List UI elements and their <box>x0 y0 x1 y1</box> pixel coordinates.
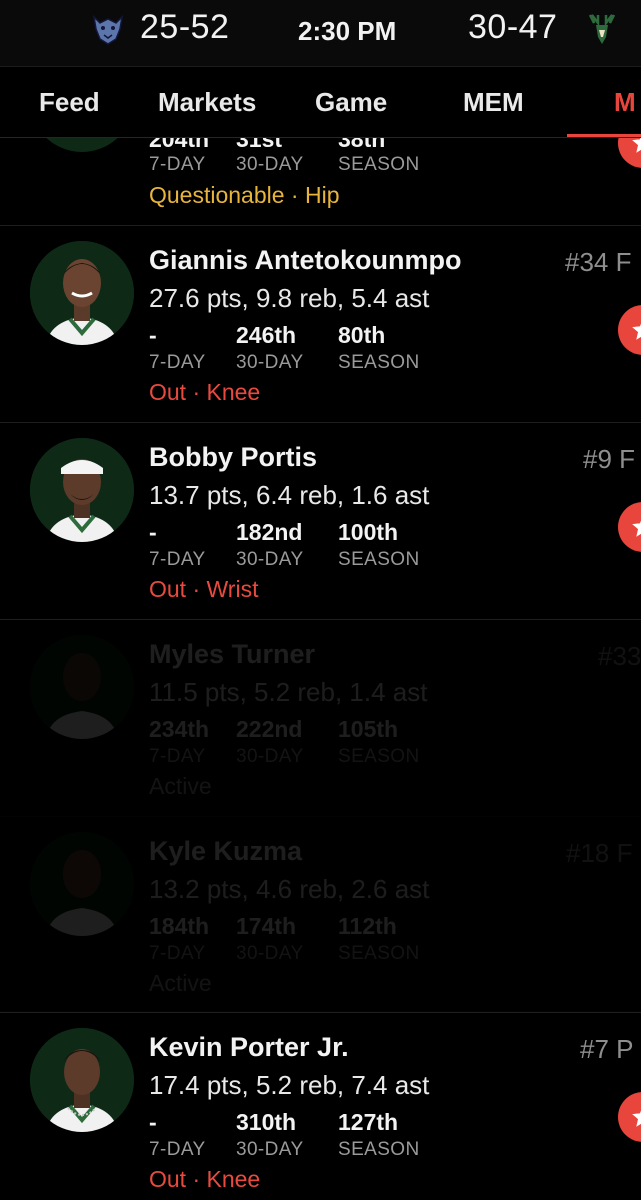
grizzlies-logo-icon <box>92 14 124 45</box>
rank-7day: - <box>149 1109 157 1135</box>
game-time: 2:30 PM <box>298 16 397 46</box>
rank-7day: 204th <box>149 138 210 152</box>
player-name: Giannis Antetokounmpo <box>149 245 462 275</box>
tab-feed[interactable]: Feed <box>39 87 100 118</box>
player-row[interactable]: Giannis Antetokounmpo #34 F 27.6 pts, 9.… <box>0 226 641 423</box>
rank-7day: 234th <box>149 716 210 742</box>
rank-30day: 310th <box>236 1109 297 1135</box>
injury-status: Questionable · Hip <box>149 182 340 208</box>
star-icon <box>632 520 641 537</box>
player-stats: 13.7 pts, 6.4 reb, 1.6 ast <box>149 480 430 510</box>
star-icon <box>632 323 641 340</box>
player-headshot-icon <box>30 241 134 345</box>
jersey-position: #33 <box>598 641 641 671</box>
player-avatar <box>30 138 134 152</box>
rank-label-7day: 7-DAY <box>149 352 206 373</box>
favorite-button[interactable] <box>618 502 641 552</box>
rank-30day: 174th <box>236 913 297 939</box>
player-headshot-icon <box>30 438 134 542</box>
score-header: 25-52 2:30 PM 30-47 <box>0 0 641 66</box>
player-row[interactable]: Myles Turner #33 11.5 pts, 5.2 reb, 1.4 … <box>0 620 641 817</box>
rank-season: 105th <box>338 716 399 742</box>
rank-label-season: SEASON <box>338 549 420 570</box>
player-headshot-icon <box>30 635 134 739</box>
rank-season: 112th <box>338 913 397 939</box>
rank-label-season: SEASON <box>338 1139 420 1160</box>
rank-season: 80th <box>338 322 386 348</box>
injury-status: Active <box>149 970 212 996</box>
rank-label-7day: 7-DAY <box>149 154 206 175</box>
tab-markets[interactable]: Markets <box>158 87 256 118</box>
tab-mem[interactable]: MEM <box>463 87 524 118</box>
player-name: Bobby Portis <box>149 442 318 472</box>
player-avatar <box>30 1028 134 1132</box>
tab-game[interactable]: Game <box>315 87 387 118</box>
rank-label-30day: 30-DAY <box>236 1139 304 1160</box>
rank-season: 38th <box>338 138 386 152</box>
home-team-record: 30-47 <box>468 8 558 46</box>
star-icon <box>632 138 641 153</box>
jersey-position: #18 F <box>566 838 633 868</box>
rank-label-30day: 30-DAY <box>236 154 304 175</box>
player-avatar <box>30 635 134 739</box>
injury-status: Out · Knee <box>149 1166 261 1192</box>
player-name: Myles Turner <box>149 639 316 669</box>
rank-label-30day: 30-DAY <box>236 943 304 964</box>
player-stats: 11.5 pts, 5.2 reb, 1.4 ast <box>149 677 428 707</box>
injury-status: Active <box>149 773 212 799</box>
rank-label-season: SEASON <box>338 746 420 767</box>
player-avatar <box>30 832 134 936</box>
tab-bar: Feed Markets Game MEM M <box>0 66 641 138</box>
player-row[interactable]: Kevin Porter Jr. #7 P 17.4 pts, 5.2 reb,… <box>0 1012 641 1200</box>
injury-status: Out · Knee <box>149 379 261 405</box>
player-avatar <box>30 438 134 542</box>
player-headshot-icon <box>30 832 134 936</box>
player-name: Kevin Porter Jr. <box>149 1032 349 1062</box>
tab-mil[interactable]: M <box>614 87 636 118</box>
rank-label-7day: 7-DAY <box>149 549 206 570</box>
jersey-position: #9 F <box>583 444 636 474</box>
rank-7day: - <box>149 519 157 545</box>
rank-30day: 31st <box>236 138 283 152</box>
favorite-button[interactable] <box>618 305 641 355</box>
favorite-button[interactable] <box>618 1092 641 1142</box>
rank-7day: - <box>149 322 157 348</box>
active-tab-indicator <box>567 134 641 137</box>
rank-label-30day: 30-DAY <box>236 746 304 767</box>
rank-7day: 184th <box>149 913 210 939</box>
rank-label-30day: 30-DAY <box>236 549 304 570</box>
favorite-button[interactable] <box>618 138 641 168</box>
jersey-position: #7 P <box>580 1034 634 1064</box>
player-stats: 17.4 pts, 5.2 reb, 7.4 ast <box>149 1070 430 1100</box>
player-headshot-icon <box>30 1028 134 1132</box>
rank-label-season: SEASON <box>338 943 420 964</box>
rank-label-season: SEASON <box>338 352 420 373</box>
player-row[interactable]: 204th 31st 38th 7-DAY 30-DAY SEASON Ques… <box>0 138 641 226</box>
rank-season: 127th <box>338 1109 399 1135</box>
jersey-position: #34 F <box>565 247 632 277</box>
rank-label-30day: 30-DAY <box>236 352 304 373</box>
player-avatar <box>30 241 134 345</box>
rank-season: 100th <box>338 519 399 545</box>
player-stats: 27.6 pts, 9.8 reb, 5.4 ast <box>149 283 430 313</box>
rank-30day: 246th <box>236 322 297 348</box>
player-row[interactable]: Bobby Portis #9 F 13.7 pts, 6.4 reb, 1.6… <box>0 423 641 620</box>
bucks-logo-icon <box>588 14 616 44</box>
away-team-record: 25-52 <box>140 8 230 46</box>
rank-label-season: SEASON <box>338 154 420 175</box>
star-icon <box>632 1110 641 1127</box>
rank-30day: 182nd <box>236 519 303 545</box>
rank-30day: 222nd <box>236 716 303 742</box>
rank-label-7day: 7-DAY <box>149 746 206 767</box>
player-stats: 13.2 pts, 4.6 reb, 2.6 ast <box>149 874 430 904</box>
rank-label-7day: 7-DAY <box>149 1139 206 1160</box>
rank-label-7day: 7-DAY <box>149 943 206 964</box>
player-row[interactable]: Kyle Kuzma #18 F 13.2 pts, 4.6 reb, 2.6 … <box>0 817 641 1012</box>
injury-status: Out · Wrist <box>149 576 259 602</box>
player-name: Kyle Kuzma <box>149 836 303 866</box>
